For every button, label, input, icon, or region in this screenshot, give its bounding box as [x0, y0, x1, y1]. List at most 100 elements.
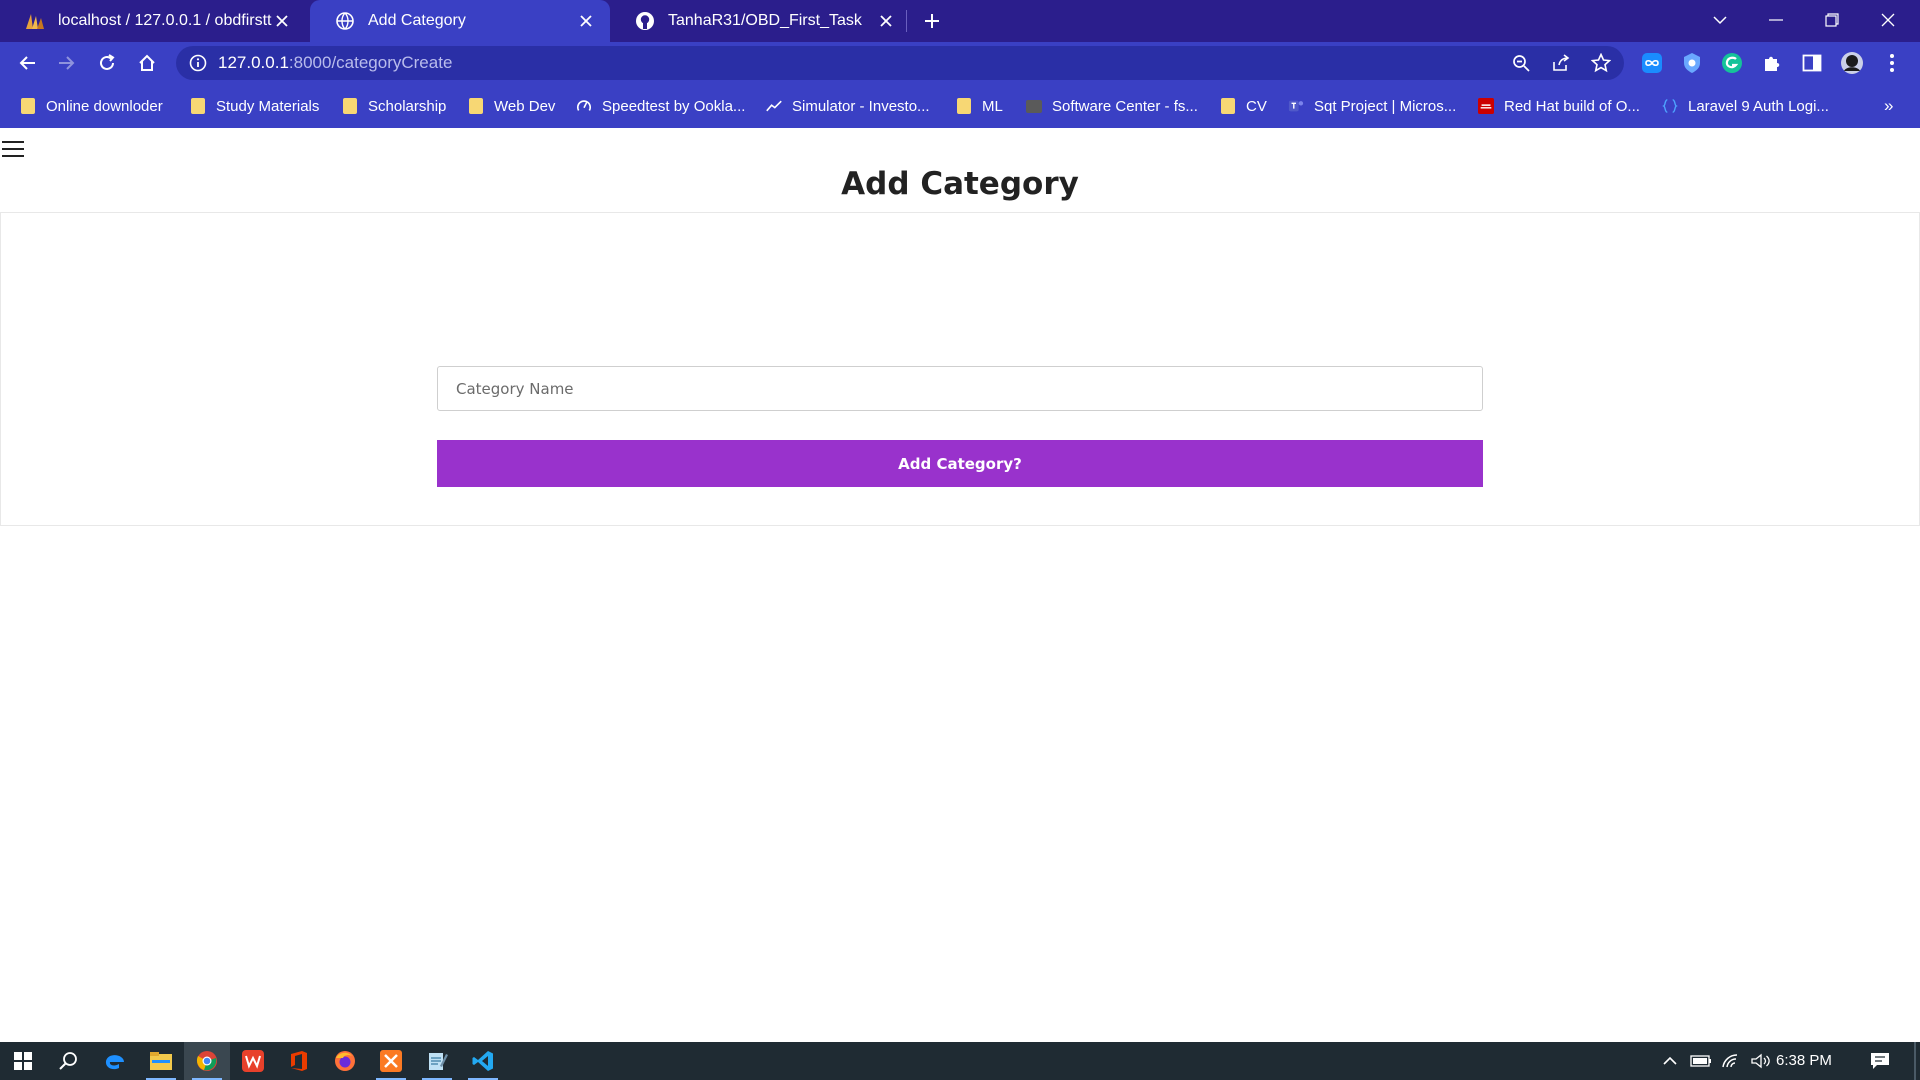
- back-icon[interactable]: [13, 49, 41, 77]
- tab-separator: [906, 10, 907, 32]
- new-tab-icon[interactable]: [920, 9, 944, 33]
- close-window-icon[interactable]: [1860, 0, 1916, 40]
- search-icon[interactable]: [46, 1042, 92, 1080]
- forward-icon[interactable]: [53, 49, 81, 77]
- tab-phpmyadmin[interactable]: localhost / 127.0.0.1 / obdfirsttas: [0, 0, 306, 42]
- address-bar[interactable]: 127.0.0.1:8000/categoryCreate: [176, 46, 1624, 80]
- grammarly-icon[interactable]: [1720, 51, 1744, 75]
- bookmark-online-downloder[interactable]: Online downloder: [20, 84, 163, 128]
- browser-tab-strip: localhost / 127.0.0.1 / obdfirsttas Add …: [0, 0, 1920, 42]
- bookmark-star-icon[interactable]: [1590, 52, 1612, 74]
- category-name-input[interactable]: [437, 366, 1483, 411]
- bookmark-ml[interactable]: ML: [956, 84, 1003, 128]
- close-tab-icon[interactable]: [576, 11, 596, 31]
- site-info-icon[interactable]: [188, 53, 208, 73]
- investopedia-icon: [766, 98, 782, 114]
- bookmark-label: Simulator - Investo...: [792, 97, 930, 115]
- taskbar-clock[interactable]: 6:38 PM: [1776, 1042, 1832, 1080]
- tray-overflow-icon[interactable]: [1658, 1042, 1682, 1080]
- tab-search-icon[interactable]: [1692, 0, 1748, 40]
- windows-taskbar: 6:38 PM: [0, 1042, 1920, 1080]
- bookmark-label: CV: [1246, 97, 1267, 115]
- firefox-icon[interactable]: [322, 1042, 368, 1080]
- browser-menu-icon[interactable]: [1880, 51, 1904, 75]
- bookmark-study-materials[interactable]: Study Materials: [190, 84, 319, 128]
- wps-office-icon[interactable]: [230, 1042, 276, 1080]
- show-desktop-button[interactable]: [1914, 1042, 1916, 1080]
- notepad-icon[interactable]: [414, 1042, 460, 1080]
- bookmark-label: Online downloder: [46, 97, 163, 115]
- tab-title: TanhaR31/OBD_First_Task: [668, 12, 862, 29]
- bookmark-label: Red Hat build of O...: [1504, 97, 1640, 115]
- profile-avatar-icon[interactable]: [1840, 51, 1864, 75]
- browser-toolbar: 127.0.0.1:8000/categoryCreate: [0, 42, 1920, 84]
- xampp-icon[interactable]: [368, 1042, 414, 1080]
- folder-icon: [956, 98, 972, 114]
- zoom-icon[interactable]: [1510, 52, 1532, 74]
- bookmark-laravel-auth[interactable]: Laravel 9 Auth Logi...: [1662, 84, 1829, 128]
- wifi-icon[interactable]: [1718, 1042, 1744, 1080]
- bookmark-label: Software Center - fs...: [1052, 97, 1198, 115]
- bookmarks-bar: Online downloder Study Materials Scholar…: [0, 84, 1920, 128]
- folder-icon: [190, 98, 206, 114]
- hamburger-menu-icon[interactable]: [2, 138, 24, 160]
- bookmark-scholarship[interactable]: Scholarship: [342, 84, 446, 128]
- bookmark-label: Web Dev: [494, 97, 556, 115]
- edge-icon[interactable]: [92, 1042, 138, 1080]
- close-tab-icon[interactable]: [876, 11, 896, 31]
- home-icon[interactable]: [133, 49, 161, 77]
- phpmyadmin-icon: [24, 10, 46, 32]
- bookmark-web-dev[interactable]: Web Dev: [468, 84, 555, 128]
- page-title: Add Category: [841, 166, 1079, 202]
- close-tab-icon[interactable]: [272, 11, 292, 31]
- chrome-icon[interactable]: [184, 1042, 230, 1080]
- notifications-icon[interactable]: [1864, 1042, 1896, 1080]
- add-category-button[interactable]: Add Category?: [437, 440, 1483, 487]
- url-path: :8000/categoryCreate: [288, 53, 453, 72]
- tab-add-category[interactable]: Add Category: [310, 0, 610, 42]
- windows-start-icon[interactable]: [0, 1042, 46, 1080]
- bookmark-label: Scholarship: [368, 97, 447, 115]
- teams-icon: [1288, 98, 1304, 114]
- bookmark-speedtest[interactable]: Speedtest by Ookla...: [576, 84, 745, 128]
- github-icon: [634, 10, 656, 32]
- page-viewport: Add Category Add Category?: [0, 128, 1920, 1042]
- reload-icon[interactable]: [93, 49, 121, 77]
- battery-icon[interactable]: [1688, 1042, 1714, 1080]
- shield-extension-icon[interactable]: [1680, 51, 1704, 75]
- folder-icon: [1220, 98, 1236, 114]
- redhat-icon: [1478, 98, 1494, 114]
- folder-icon: [1026, 98, 1042, 114]
- bookmark-sqt-project[interactable]: Sqt Project | Micros...: [1288, 84, 1456, 128]
- url-text[interactable]: 127.0.0.1:8000/categoryCreate: [218, 46, 452, 80]
- tab-title: localhost / 127.0.0.1 / obdfirsttas: [58, 12, 272, 29]
- side-panel-icon[interactable]: [1800, 51, 1824, 75]
- share-icon[interactable]: [1550, 52, 1572, 74]
- bookmark-simulator[interactable]: Simulator - Investo...: [766, 84, 930, 128]
- extensions-puzzle-icon[interactable]: [1760, 51, 1784, 75]
- bookmark-red-hat[interactable]: Red Hat build of O...: [1478, 84, 1640, 128]
- infinity-extension-icon[interactable]: [1640, 51, 1664, 75]
- bookmark-label: ML: [982, 97, 1003, 115]
- office-icon[interactable]: [276, 1042, 322, 1080]
- restore-icon[interactable]: [1804, 0, 1860, 40]
- speedtest-icon: [576, 98, 592, 114]
- bookmark-label: Sqt Project | Micros...: [1314, 97, 1457, 115]
- vscode-icon[interactable]: [460, 1042, 506, 1080]
- folder-icon: [468, 98, 484, 114]
- globe-icon: [334, 10, 356, 32]
- url-host: 127.0.0.1: [218, 53, 289, 72]
- bookmark-cv[interactable]: CV: [1220, 84, 1267, 128]
- volume-icon[interactable]: [1748, 1042, 1774, 1080]
- folder-icon: [342, 98, 358, 114]
- file-explorer-icon[interactable]: [138, 1042, 184, 1080]
- bookmark-label: Laravel 9 Auth Logi...: [1688, 97, 1829, 115]
- more-bookmarks-button[interactable]: »: [1884, 84, 1893, 128]
- bookmark-label: Speedtest by Ookla...: [602, 97, 746, 115]
- braces-icon: [1662, 98, 1678, 114]
- minimize-icon[interactable]: [1748, 0, 1804, 40]
- tab-title: Add Category: [368, 12, 466, 29]
- bookmark-software-center[interactable]: Software Center - fs...: [1026, 84, 1198, 128]
- folder-icon: [20, 98, 36, 114]
- tab-github[interactable]: TanhaR31/OBD_First_Task: [610, 0, 910, 42]
